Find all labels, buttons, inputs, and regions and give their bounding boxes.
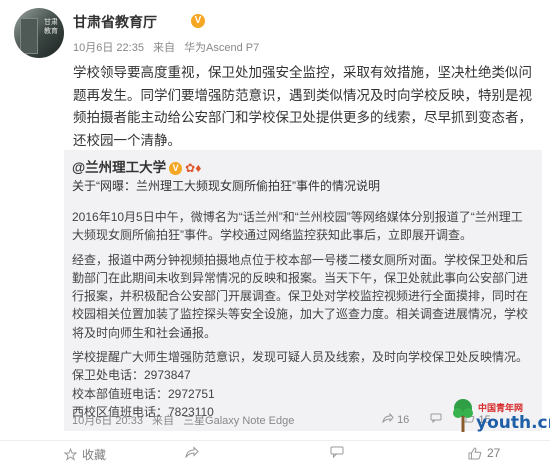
verified-icon: V: [191, 14, 205, 28]
repost-button[interactable]: [185, 446, 199, 458]
repost-paragraph: 2016年10月5日中午，微博名为“话兰州”和“兰州校园”等网络媒体分别报道了“…: [72, 210, 523, 243]
repost-timestamp[interactable]: 10月6日 20:33: [72, 415, 143, 427]
post-text: 学校领导要高度重视，保卫处加强安全监控，采取有效措施，坚决杜绝类似问题再发生。同…: [73, 65, 532, 148]
repost-card[interactable]: @兰州理工大学 V ✿♦ 关于“网曝：兰州理工大频现女厕所偷拍狂”事件的情况说明 2…: [64, 150, 542, 431]
favorite-label: 收藏: [82, 448, 107, 462]
comment-icon: [330, 446, 344, 458]
badge-icons: ✿♦: [185, 161, 202, 175]
post-meta: 10月6日 22:35 来自 华为Ascend P7: [73, 39, 265, 55]
repost-comment-button[interactable]: [430, 413, 442, 426]
repost-share-button[interactable]: 16: [382, 412, 410, 426]
repost-meta: 10月6日 20:33 来自 三星Galaxy Note Edge: [72, 412, 300, 428]
repost-header: @兰州理工大学 V ✿♦: [72, 156, 201, 176]
favorite-button[interactable]: 收藏: [64, 446, 106, 463]
tree-icon: [453, 399, 473, 432]
building-graphic: [20, 18, 38, 54]
repost-source-prefix: 来自: [152, 415, 174, 427]
thumbs-up-icon: [468, 446, 482, 459]
repost-paragraph: 经查，报道中两分钟视频拍摄地点位于校本部一号楼二楼女厕所对面。学校保卫处和后勤部…: [72, 252, 529, 340]
comment-icon: [430, 413, 442, 424]
repost-body: 2016年10月5日中午，微博名为“话兰州”和“兰州校园”等网络媒体分别报道了“…: [72, 208, 534, 421]
comment-button[interactable]: [330, 446, 344, 458]
post-timestamp[interactable]: 10月6日 22:35: [73, 42, 144, 54]
action-bar: 收藏 27: [0, 440, 550, 466]
repost-title: 关于“网曝：兰州理工大频现女厕所偷拍狂”事件的情况说明: [72, 179, 380, 193]
account-name[interactable]: 甘肃省教育厅: [73, 12, 157, 32]
avatar[interactable]: 甘肃教育: [14, 8, 64, 58]
like-count: 27: [487, 446, 501, 460]
verified-icon: V: [169, 162, 183, 175]
share-icon: [382, 412, 394, 424]
like-button[interactable]: 27: [468, 446, 500, 460]
post-source-prefix: 来自: [153, 42, 175, 54]
watermark-main-text: youth.cn: [476, 413, 550, 433]
repost-account-name[interactable]: @兰州理工大学: [72, 160, 166, 175]
repost-source-device[interactable]: 三星Galaxy Note Edge: [183, 415, 294, 427]
phone-line: 保卫处电话：2973847: [72, 368, 191, 383]
repost-count: 16: [397, 414, 410, 426]
star-icon: [64, 448, 77, 461]
repost-paragraph: 学校提醒广大师生增强防范意识，发现可疑人员及线索，及时向学校保卫处反映情况。: [72, 350, 529, 365]
avatar-seal-text: 甘肃教育: [44, 18, 58, 35]
watermark-logo: 中国青年网 youth.cn: [452, 395, 550, 439]
post-source-device[interactable]: 华为Ascend P7: [184, 42, 259, 54]
share-icon: [185, 446, 199, 458]
